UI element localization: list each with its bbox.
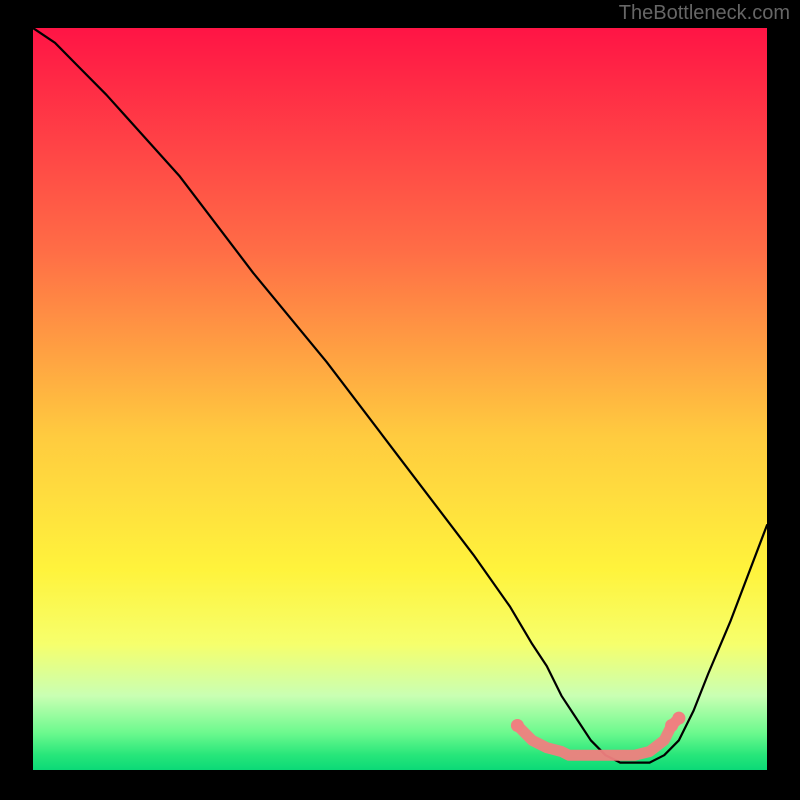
chart-svg <box>33 28 767 770</box>
chart-container: TheBottleneck.com <box>0 0 800 800</box>
watermark-text: TheBottleneck.com <box>619 2 790 25</box>
gradient-background <box>33 28 767 770</box>
plot-area <box>33 28 767 770</box>
